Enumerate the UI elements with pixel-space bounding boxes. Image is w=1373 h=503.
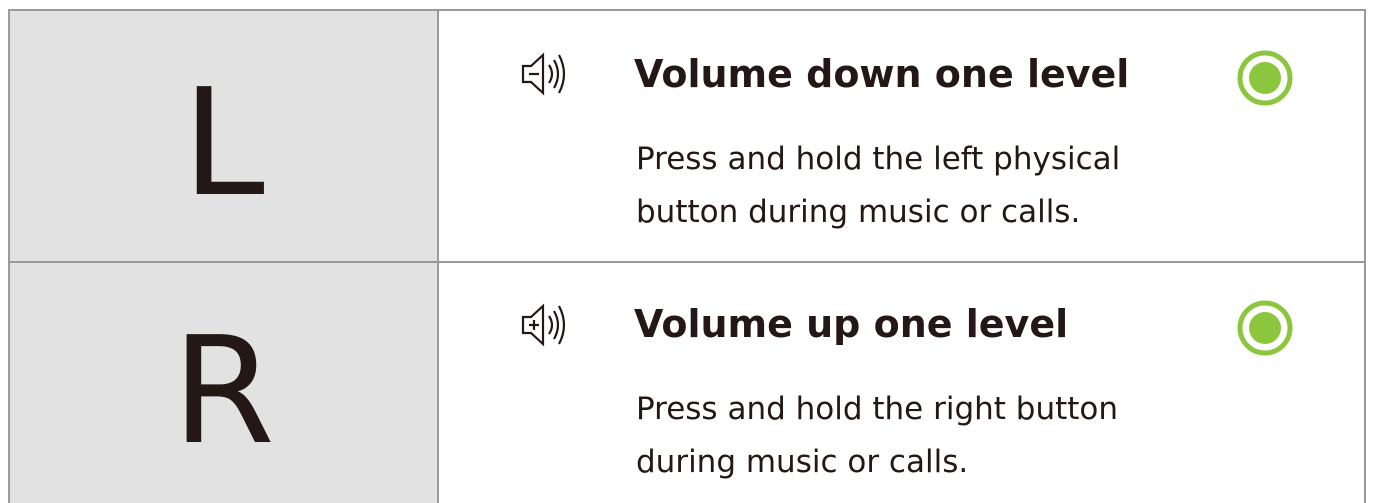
key-cell-right: R — [10, 263, 439, 503]
action-description-volume-down: Press and hold the left physical button … — [636, 141, 1121, 230]
volume-up-icon — [521, 303, 566, 347]
action-description-volume-up: Press and hold the right button during m… — [636, 391, 1119, 480]
table-row-right-button: R Volume up one level Press and hold the… — [10, 263, 1364, 503]
action-title-volume-down: Volume down one level — [634, 52, 1130, 96]
button-function-table: L Volume down one level Press and hold t… — [8, 9, 1366, 503]
key-cell-left: L — [10, 11, 439, 261]
key-letter-left: L — [182, 57, 265, 229]
table-row-left-button: L Volume down one level Press and hold t… — [10, 11, 1364, 263]
key-letter-right: R — [172, 305, 275, 477]
green-indicator-icon — [1237, 50, 1293, 106]
volume-down-icon — [521, 52, 566, 96]
action-title-volume-up: Volume up one level — [634, 302, 1069, 346]
green-indicator-icon — [1237, 300, 1293, 356]
